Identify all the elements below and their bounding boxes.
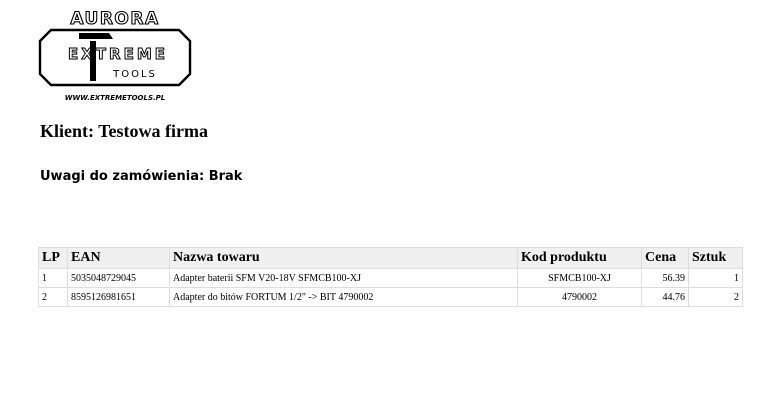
cell-product-name: Adapter do bitów FORTUM 1/2" -> BIT 4790… bbox=[169, 287, 518, 307]
cell-ean: 5035048729045 bbox=[67, 268, 170, 288]
cell-price: 56.39 bbox=[641, 268, 689, 288]
column-header-ean: EAN bbox=[67, 247, 170, 269]
table-row: 1 5035048729045 Adapter baterii SFM V20-… bbox=[38, 268, 743, 288]
cell-product-code: 4790002 bbox=[517, 287, 642, 307]
column-header-quantity: Sztuk bbox=[688, 247, 743, 269]
logo-extreme-text: EXTREME bbox=[68, 45, 168, 63]
cell-lp: 2 bbox=[38, 287, 68, 307]
table-header-row: LP EAN Nazwa towaru Kod produktu Cena Sz… bbox=[38, 247, 743, 269]
client-line: Klient: Testowa firma bbox=[40, 121, 208, 142]
table-row: 2 8595126981651 Adapter do bitów FORTUM … bbox=[38, 287, 743, 307]
cell-product-code: SFMCB100-XJ bbox=[517, 268, 642, 288]
column-header-product-code: Kod produktu bbox=[517, 247, 642, 269]
column-header-lp: LP bbox=[38, 247, 68, 269]
hammer-head-icon bbox=[79, 33, 113, 39]
column-header-price: Cena bbox=[641, 247, 689, 269]
client-name: Testowa firma bbox=[98, 121, 209, 141]
order-notes-label: Uwagi do zamówienia: bbox=[40, 169, 205, 184]
cell-quantity: 1 bbox=[688, 268, 743, 288]
order-notes-value: Brak bbox=[208, 169, 243, 184]
logo-url-text: WWW.EXTREMETOOLS.PL bbox=[65, 94, 166, 102]
cell-lp: 1 bbox=[38, 268, 68, 288]
cell-price: 44.76 bbox=[641, 287, 689, 307]
order-items-table: LP EAN Nazwa towaru Kod produktu Cena Sz… bbox=[38, 247, 743, 307]
order-notes-line: Uwagi do zamówienia: Brak bbox=[40, 169, 242, 184]
client-label: Klient: bbox=[40, 121, 94, 141]
aurora-extreme-tools-logo: AURORA EXTREME TOOLS WWW.EXTREMETOOLS.PL bbox=[38, 8, 192, 102]
cell-quantity: 2 bbox=[688, 287, 743, 307]
cell-product-name: Adapter baterii SFM V20-18V SFMCB100-XJ bbox=[169, 268, 518, 288]
logo-tools-text: TOOLS bbox=[112, 69, 157, 80]
logo-aurora-text: AURORA bbox=[70, 9, 159, 29]
cell-ean: 8595126981651 bbox=[67, 287, 170, 307]
column-header-product-name: Nazwa towaru bbox=[169, 247, 518, 269]
